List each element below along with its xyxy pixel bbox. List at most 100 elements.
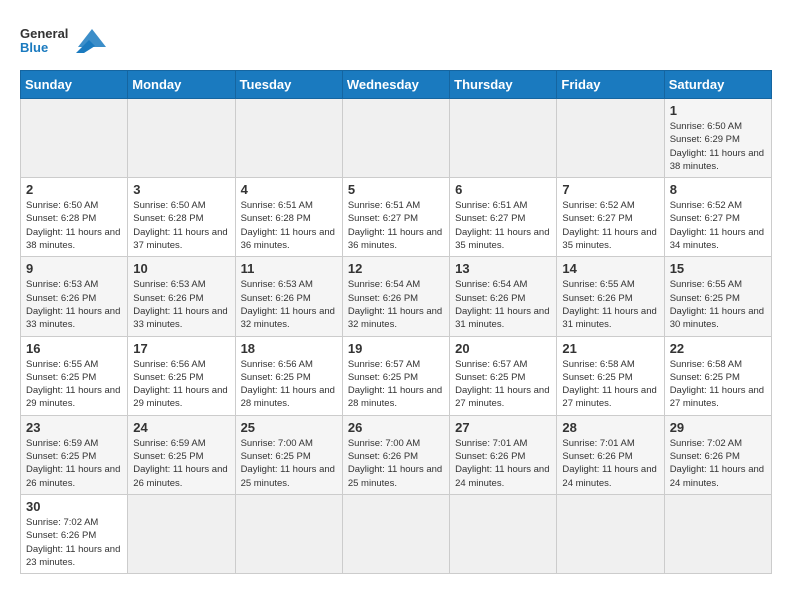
day-info: Sunrise: 6:50 AM Sunset: 6:28 PM Dayligh…	[26, 199, 122, 252]
calendar-cell	[235, 494, 342, 573]
day-info: Sunrise: 6:50 AM Sunset: 6:29 PM Dayligh…	[670, 120, 766, 173]
calendar-cell: 7 Sunrise: 6:52 AM Sunset: 6:27 PM Daylig…	[557, 178, 664, 257]
day-info: Sunrise: 6:53 AM Sunset: 6:26 PM Dayligh…	[241, 278, 337, 331]
calendar-cell	[450, 494, 557, 573]
day-number: 3	[133, 182, 229, 197]
day-number: 2	[26, 182, 122, 197]
day-info: Sunrise: 6:57 AM Sunset: 6:25 PM Dayligh…	[348, 358, 444, 411]
day-info: Sunrise: 6:56 AM Sunset: 6:25 PM Dayligh…	[241, 358, 337, 411]
day-number: 22	[670, 341, 766, 356]
calendar-week-row: 9 Sunrise: 6:53 AM Sunset: 6:26 PM Daylig…	[21, 257, 772, 336]
calendar-cell: 19Sunrise: 6:57 AM Sunset: 6:25 PM Dayli…	[342, 336, 449, 415]
weekday-header-cell: Monday	[128, 71, 235, 99]
day-info: Sunrise: 6:50 AM Sunset: 6:28 PM Dayligh…	[133, 199, 229, 252]
calendar-cell: 11 Sunrise: 6:53 AM Sunset: 6:26 PM Dayli…	[235, 257, 342, 336]
day-info: Sunrise: 6:54 AM Sunset: 6:26 PM Dayligh…	[455, 278, 551, 331]
calendar-cell: 5 Sunrise: 6:51 AM Sunset: 6:27 PM Daylig…	[342, 178, 449, 257]
calendar-cell: 13Sunrise: 6:54 AM Sunset: 6:26 PM Dayli…	[450, 257, 557, 336]
day-info: Sunrise: 7:01 AM Sunset: 6:26 PM Dayligh…	[455, 437, 551, 490]
calendar-cell: 6Sunrise: 6:51 AM Sunset: 6:27 PM Daylig…	[450, 178, 557, 257]
calendar-cell	[342, 99, 449, 178]
weekday-header: SundayMondayTuesdayWednesdayThursdayFrid…	[21, 71, 772, 99]
day-info: Sunrise: 6:55 AM Sunset: 6:25 PM Dayligh…	[26, 358, 122, 411]
calendar-cell: 14 Sunrise: 6:55 AM Sunset: 6:26 PM Dayli…	[557, 257, 664, 336]
day-number: 16	[26, 341, 122, 356]
calendar-week-row: 1Sunrise: 6:50 AM Sunset: 6:29 PM Daylig…	[21, 99, 772, 178]
calendar-week-row: 23Sunrise: 6:59 AM Sunset: 6:25 PM Dayli…	[21, 415, 772, 494]
calendar-table: SundayMondayTuesdayWednesdayThursdayFrid…	[20, 70, 772, 574]
day-number: 12	[348, 261, 444, 276]
day-number: 8	[670, 182, 766, 197]
calendar-cell: 4 Sunrise: 6:51 AM Sunset: 6:28 PM Daylig…	[235, 178, 342, 257]
day-info: Sunrise: 6:56 AM Sunset: 6:25 PM Dayligh…	[133, 358, 229, 411]
calendar-cell	[128, 494, 235, 573]
day-info: Sunrise: 6:51 AM Sunset: 6:28 PM Dayligh…	[241, 199, 337, 252]
calendar-cell: 24Sunrise: 6:59 AM Sunset: 6:25 PM Dayli…	[128, 415, 235, 494]
weekday-header-cell: Saturday	[664, 71, 771, 99]
calendar-cell: 30 Sunrise: 7:02 AM Sunset: 6:26 PM Dayli…	[21, 494, 128, 573]
day-info: Sunrise: 7:02 AM Sunset: 6:26 PM Dayligh…	[26, 516, 122, 569]
calendar-week-row: 16 Sunrise: 6:55 AM Sunset: 6:25 PM Dayli…	[21, 336, 772, 415]
day-number: 29	[670, 420, 766, 435]
weekday-header-cell: Tuesday	[235, 71, 342, 99]
calendar-cell	[235, 99, 342, 178]
day-number: 21	[562, 341, 658, 356]
day-number: 30	[26, 499, 122, 514]
calendar-cell: 3 Sunrise: 6:50 AM Sunset: 6:28 PM Daylig…	[128, 178, 235, 257]
logo-bird-icon	[76, 27, 108, 53]
day-number: 23	[26, 420, 122, 435]
calendar-cell: 25 Sunrise: 7:00 AM Sunset: 6:25 PM Dayli…	[235, 415, 342, 494]
day-number: 5	[348, 182, 444, 197]
calendar-cell: 27Sunrise: 7:01 AM Sunset: 6:26 PM Dayli…	[450, 415, 557, 494]
weekday-header-cell: Friday	[557, 71, 664, 99]
weekday-header-cell: Sunday	[21, 71, 128, 99]
calendar-cell: 9 Sunrise: 6:53 AM Sunset: 6:26 PM Daylig…	[21, 257, 128, 336]
day-number: 11	[241, 261, 337, 276]
calendar-cell: 29 Sunrise: 7:02 AM Sunset: 6:26 PM Dayli…	[664, 415, 771, 494]
calendar-cell	[450, 99, 557, 178]
calendar-cell	[128, 99, 235, 178]
weekday-header-cell: Wednesday	[342, 71, 449, 99]
calendar-body: 1Sunrise: 6:50 AM Sunset: 6:29 PM Daylig…	[21, 99, 772, 574]
logo-svg: General Blue	[20, 20, 70, 60]
day-number: 24	[133, 420, 229, 435]
day-info: Sunrise: 6:55 AM Sunset: 6:26 PM Dayligh…	[562, 278, 658, 331]
day-info: Sunrise: 7:00 AM Sunset: 6:25 PM Dayligh…	[241, 437, 337, 490]
day-info: Sunrise: 6:52 AM Sunset: 6:27 PM Dayligh…	[670, 199, 766, 252]
svg-text:Blue: Blue	[20, 40, 48, 55]
day-info: Sunrise: 6:57 AM Sunset: 6:25 PM Dayligh…	[455, 358, 551, 411]
day-info: Sunrise: 6:53 AM Sunset: 6:26 PM Dayligh…	[26, 278, 122, 331]
day-number: 7	[562, 182, 658, 197]
day-number: 20	[455, 341, 551, 356]
day-info: Sunrise: 6:58 AM Sunset: 6:25 PM Dayligh…	[562, 358, 658, 411]
calendar-cell: 15 Sunrise: 6:55 AM Sunset: 6:25 PM Dayli…	[664, 257, 771, 336]
day-number: 15	[670, 261, 766, 276]
calendar-cell	[342, 494, 449, 573]
day-number: 9	[26, 261, 122, 276]
calendar-week-row: 30 Sunrise: 7:02 AM Sunset: 6:26 PM Dayli…	[21, 494, 772, 573]
day-info: Sunrise: 6:51 AM Sunset: 6:27 PM Dayligh…	[348, 199, 444, 252]
calendar-cell	[557, 99, 664, 178]
calendar-cell	[664, 494, 771, 573]
day-number: 14	[562, 261, 658, 276]
calendar-cell: 10Sunrise: 6:53 AM Sunset: 6:26 PM Dayli…	[128, 257, 235, 336]
day-number: 18	[241, 341, 337, 356]
svg-text:General: General	[20, 26, 68, 41]
day-number: 17	[133, 341, 229, 356]
logo: General Blue	[20, 20, 108, 60]
day-info: Sunrise: 6:55 AM Sunset: 6:25 PM Dayligh…	[670, 278, 766, 331]
day-number: 4	[241, 182, 337, 197]
calendar-cell: 8 Sunrise: 6:52 AM Sunset: 6:27 PM Daylig…	[664, 178, 771, 257]
day-info: Sunrise: 7:02 AM Sunset: 6:26 PM Dayligh…	[670, 437, 766, 490]
day-info: Sunrise: 6:53 AM Sunset: 6:26 PM Dayligh…	[133, 278, 229, 331]
calendar-cell: 23Sunrise: 6:59 AM Sunset: 6:25 PM Dayli…	[21, 415, 128, 494]
calendar-cell: 20 Sunrise: 6:57 AM Sunset: 6:25 PM Dayli…	[450, 336, 557, 415]
day-number: 25	[241, 420, 337, 435]
calendar-cell	[557, 494, 664, 573]
calendar-week-row: 2 Sunrise: 6:50 AM Sunset: 6:28 PM Daylig…	[21, 178, 772, 257]
page-header: General Blue	[20, 20, 772, 60]
calendar-cell: 17 Sunrise: 6:56 AM Sunset: 6:25 PM Dayli…	[128, 336, 235, 415]
day-info: Sunrise: 6:51 AM Sunset: 6:27 PM Dayligh…	[455, 199, 551, 252]
day-number: 26	[348, 420, 444, 435]
day-info: Sunrise: 6:52 AM Sunset: 6:27 PM Dayligh…	[562, 199, 658, 252]
